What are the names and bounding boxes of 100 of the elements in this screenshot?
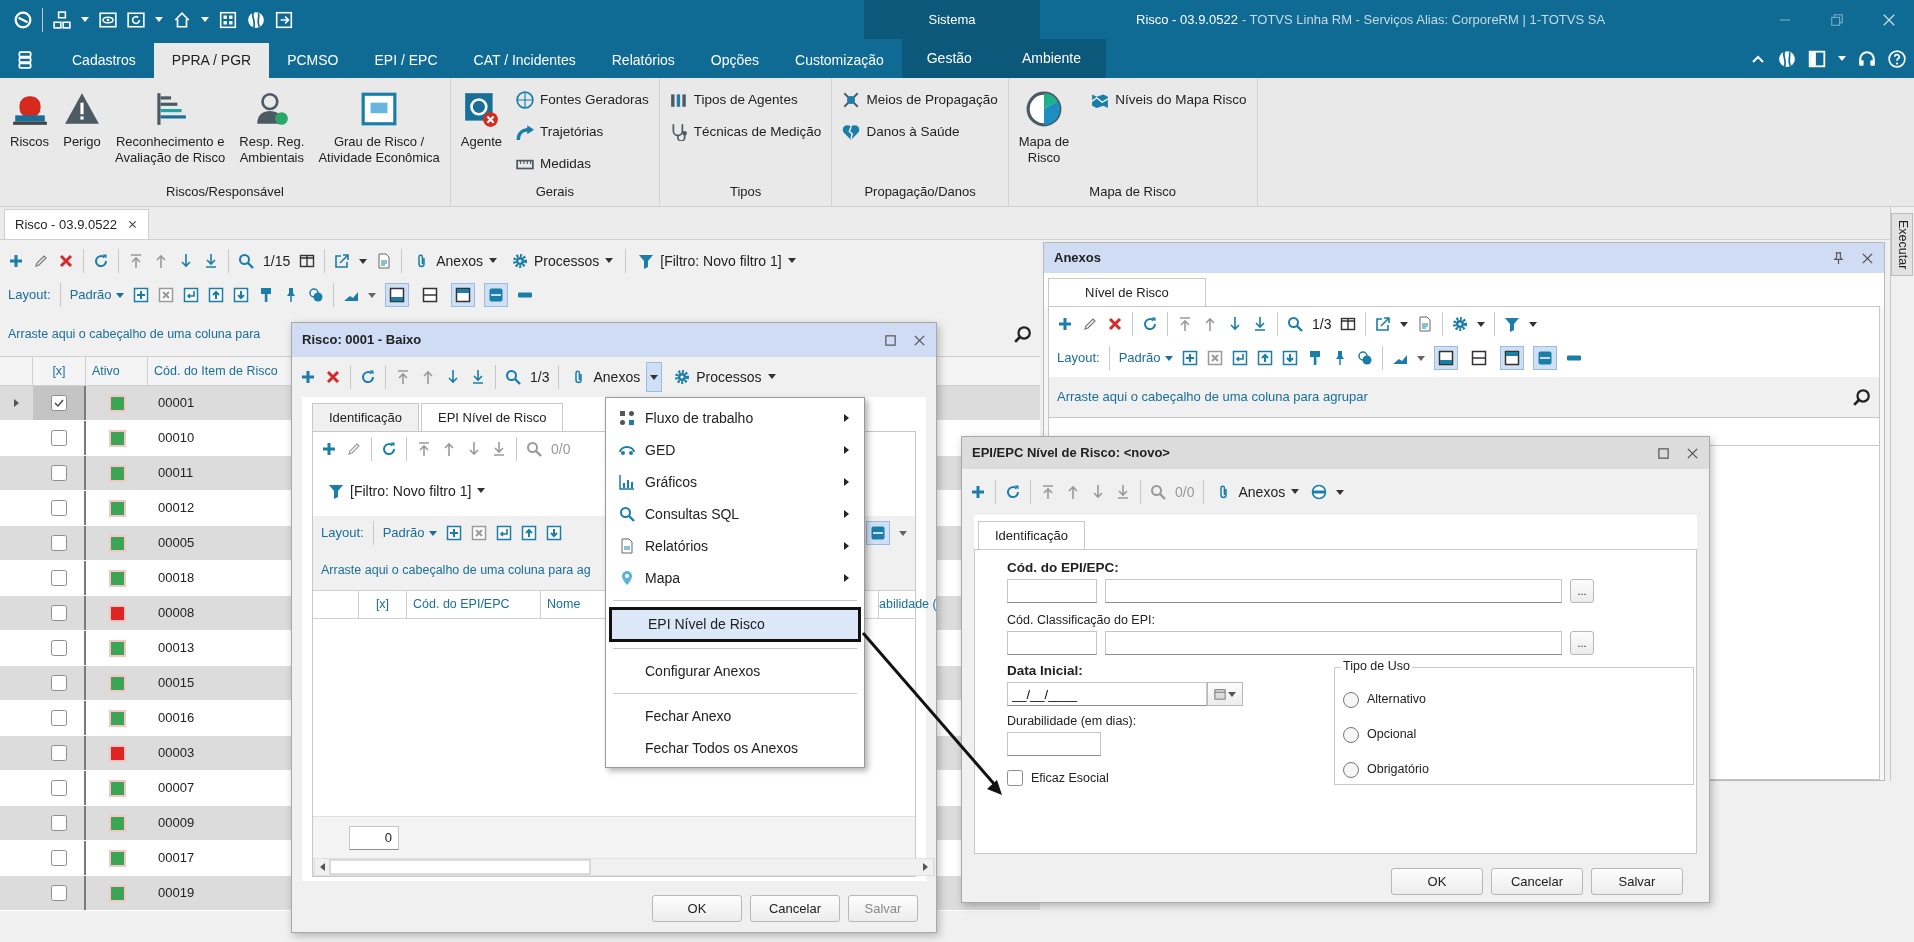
checkbox[interactable] [50, 815, 67, 831]
attachments-button[interactable]: Anexos [568, 366, 644, 388]
delete-icon[interactable] [58, 253, 74, 269]
checkbox[interactable] [50, 675, 67, 691]
checkbox[interactable] [50, 465, 67, 481]
attachments-button[interactable]: Anexos [1213, 481, 1303, 503]
filter-button[interactable]: [Filtro: Novo filtro 1] [325, 480, 489, 502]
arrow-to-top-icon[interactable] [1040, 484, 1056, 500]
export-icon[interactable] [334, 253, 351, 269]
checkbox[interactable] [50, 780, 67, 796]
column-header[interactable]: [x] [33, 357, 86, 385]
export-icon[interactable] [1375, 316, 1392, 332]
checkbox[interactable] [50, 745, 67, 761]
menu-tab[interactable]: PPRA / PGR [153, 43, 270, 78]
menu-item[interactable]: Gráficos [609, 466, 861, 498]
menu-tab[interactable]: CAT / Incidentes [455, 43, 594, 78]
remove-box-icon[interactable] [470, 525, 487, 541]
pane-double-icon[interactable] [866, 521, 890, 545]
enter-box-icon[interactable] [1231, 350, 1248, 366]
refresh-icon[interactable] [1142, 316, 1158, 332]
close-icon[interactable] [913, 333, 926, 347]
dialog-button[interactable]: Cancelar [1491, 868, 1583, 895]
menu-item[interactable]: Fluxo de trabalho [609, 402, 861, 434]
processes-button[interactable]: Processos [671, 366, 779, 388]
gear-icon[interactable] [511, 253, 528, 269]
pin-icon[interactable] [1832, 251, 1845, 265]
ribbon-button[interactable]: Técnicas de Medição [669, 120, 822, 144]
menu-icon[interactable] [16, 51, 34, 69]
refresh-icon[interactable] [360, 369, 376, 385]
gear-icon[interactable] [674, 369, 691, 385]
eye-icon[interactable] [99, 10, 117, 29]
menu-item[interactable]: Configurar Anexos [609, 655, 861, 687]
checkbox[interactable] [50, 395, 67, 411]
ribbon-button[interactable]: Agente [454, 86, 508, 185]
filter-icon[interactable] [328, 483, 344, 499]
edit-icon[interactable] [346, 441, 362, 457]
ribbon-button[interactable]: Níveis do Mapa Risco [1091, 88, 1247, 112]
ribbon-button[interactable]: Medidas [516, 152, 649, 176]
delete-icon[interactable] [325, 369, 341, 385]
side-tab[interactable]: Executar [1891, 213, 1913, 277]
dialog-button[interactable]: Salvar [1591, 868, 1683, 895]
column-header[interactable]: [x] [359, 591, 407, 618]
menu-tab[interactable]: Ambiente [996, 39, 1107, 78]
description-field[interactable] [1105, 631, 1562, 656]
refresh-icon[interactable] [1005, 484, 1021, 500]
menu-item[interactable]: Consultas SQL [609, 498, 861, 530]
down-arrow-icon[interactable] [445, 369, 461, 385]
pane-top-icon[interactable] [1499, 346, 1524, 370]
down-arrow-icon[interactable] [1227, 316, 1243, 332]
menu-tab[interactable]: Gestão [901, 39, 997, 78]
column-header[interactable]: Cód. do EPI/EPC [407, 591, 541, 618]
dropdown-button[interactable] [646, 362, 663, 392]
arrow-to-bottom-icon[interactable] [470, 369, 486, 385]
close-icon[interactable] [1861, 251, 1874, 265]
checkbox[interactable] [1007, 770, 1023, 787]
menu-item[interactable]: Fechar Anexo [609, 700, 861, 732]
add-box-icon[interactable] [1181, 350, 1198, 366]
tab[interactable]: Identificação [978, 521, 1085, 549]
search-icon[interactable] [1014, 325, 1032, 343]
code-field[interactable] [1007, 631, 1097, 656]
tab[interactable]: Nível de Risco [1048, 278, 1206, 306]
arrow-to-top-icon[interactable] [128, 253, 144, 269]
filter-button[interactable]: [Filtro: Novo filtro 1] [635, 250, 799, 272]
add-icon[interactable] [321, 441, 337, 457]
checkbox[interactable] [50, 570, 67, 586]
checkbox[interactable] [50, 885, 67, 901]
headset-icon[interactable] [1858, 49, 1876, 68]
radio-button[interactable] [1343, 726, 1359, 743]
arrow-to-top-icon[interactable] [416, 441, 432, 457]
enter-box-icon[interactable] [182, 287, 199, 303]
close-icon[interactable] [126, 219, 138, 230]
menu-item[interactable]: Fechar Todos os Anexos [609, 732, 861, 764]
menu-item[interactable]: EPI Nível de Risco [609, 607, 861, 642]
radio-button[interactable] [1343, 761, 1359, 778]
checkbox[interactable] [50, 535, 67, 551]
columns-icon[interactable] [299, 253, 316, 269]
edit-icon[interactable] [33, 253, 49, 269]
ribbon-button[interactable]: Danos à Saúde [842, 120, 998, 144]
home-icon[interactable] [173, 10, 191, 29]
ribbon-button[interactable]: Perigo [57, 86, 107, 185]
add-icon[interactable] [970, 484, 986, 500]
enter-box-icon[interactable] [495, 525, 512, 541]
exit-icon[interactable] [275, 10, 293, 29]
pane-top-icon[interactable] [450, 283, 475, 307]
remove-box-icon[interactable] [1206, 350, 1223, 366]
tab[interactable]: EPI Nível de Risco [421, 403, 564, 431]
upload-box-icon[interactable] [207, 287, 224, 303]
striped-circle-icon[interactable] [1311, 484, 1328, 500]
add-icon[interactable] [300, 369, 316, 385]
add-icon[interactable] [1057, 316, 1073, 332]
menu-item[interactable]: GED [609, 434, 861, 466]
lookup-button[interactable]: ... [1570, 631, 1594, 656]
layout-icon[interactable] [1808, 49, 1826, 68]
search-icon[interactable] [1853, 388, 1871, 406]
pane-bottom-icon[interactable] [384, 283, 409, 307]
menu-tab[interactable]: PCMSO [269, 43, 357, 78]
dialog-button[interactable]: OK [1391, 868, 1483, 895]
maximize-icon[interactable] [1657, 446, 1670, 460]
menu-tab[interactable]: Cadastros [54, 43, 154, 78]
filter-icon[interactable] [1504, 316, 1521, 332]
